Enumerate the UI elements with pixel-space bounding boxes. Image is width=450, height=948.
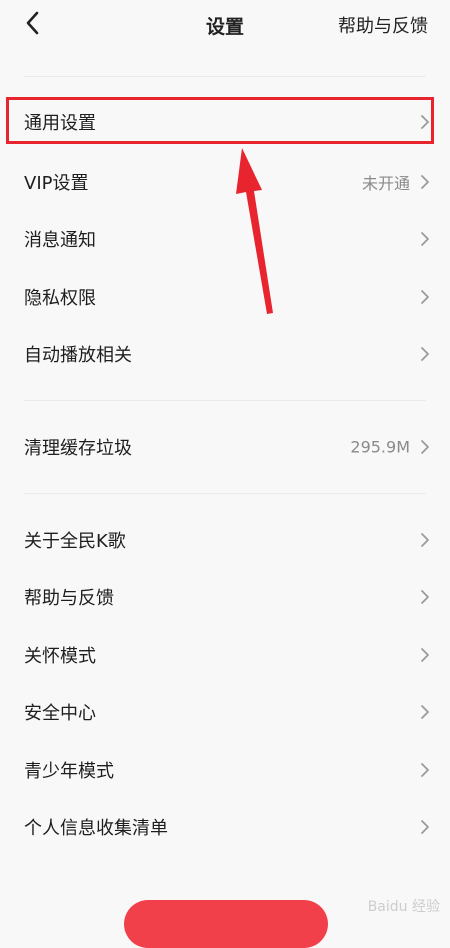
settings-item-clear-cache[interactable]: 清理缓存垃圾 295.9M [0, 418, 450, 475]
back-arrow-icon[interactable] [22, 9, 46, 37]
chevron-right-icon [421, 231, 429, 246]
chevron-right-icon [421, 174, 429, 189]
chevron-right-icon [421, 289, 429, 304]
settings-item-label: 消息通知 [24, 229, 96, 251]
settings-item-label: 自动播放相关 [24, 344, 132, 366]
settings-item-general[interactable]: 通用设置 [0, 93, 450, 150]
section-divider [24, 493, 426, 494]
settings-item-autoplay[interactable]: 自动播放相关 [0, 325, 450, 382]
settings-item-label: 关怀模式 [24, 645, 96, 667]
settings-item-label: 清理缓存垃圾 [24, 437, 132, 459]
settings-item-label: 通用设置 [24, 112, 96, 134]
help-feedback-link[interactable]: 帮助与反馈 [338, 12, 428, 38]
settings-item-about[interactable]: 关于全民K歌 [0, 511, 450, 568]
top-bar: 设置 帮助与反馈 [0, 0, 450, 48]
settings-item-notifications[interactable]: 消息通知 [0, 210, 450, 267]
chevron-right-icon [421, 439, 429, 454]
chevron-right-icon [421, 819, 429, 834]
settings-item-personal-info[interactable]: 个人信息收集清单 [0, 798, 450, 855]
settings-item-label: 青少年模式 [24, 760, 114, 782]
settings-item-help[interactable]: 帮助与反馈 [0, 568, 450, 625]
settings-item-teen-mode[interactable]: 青少年模式 [0, 741, 450, 798]
settings-item-label: 隐私权限 [24, 287, 96, 309]
section-divider [24, 400, 426, 401]
chevron-right-icon [421, 704, 429, 719]
chevron-right-icon [421, 346, 429, 361]
settings-item-label: 关于全民K歌 [24, 530, 126, 552]
cache-size-value: 295.9M [350, 437, 410, 456]
baidu-watermark: Baidu 经验 [367, 899, 440, 915]
settings-item-privacy[interactable]: 隐私权限 [0, 268, 450, 325]
logout-button[interactable] [124, 900, 328, 948]
chevron-right-icon [421, 589, 429, 604]
section-divider [24, 76, 426, 77]
settings-item-label: 安全中心 [24, 702, 96, 724]
chevron-right-icon [421, 532, 429, 547]
settings-item-label: 帮助与反馈 [24, 587, 114, 609]
settings-item-label: VIP设置 [24, 172, 89, 194]
chevron-right-icon [421, 114, 429, 129]
settings-item-security-center[interactable]: 安全中心 [0, 683, 450, 740]
chevron-right-icon [421, 762, 429, 777]
settings-item-vip[interactable]: VIP设置 未开通 [0, 153, 450, 210]
chevron-right-icon [421, 647, 429, 662]
settings-item-care-mode[interactable]: 关怀模式 [0, 626, 450, 683]
settings-item-label: 个人信息收集清单 [24, 817, 168, 839]
settings-item-value: 未开通 [361, 173, 410, 193]
